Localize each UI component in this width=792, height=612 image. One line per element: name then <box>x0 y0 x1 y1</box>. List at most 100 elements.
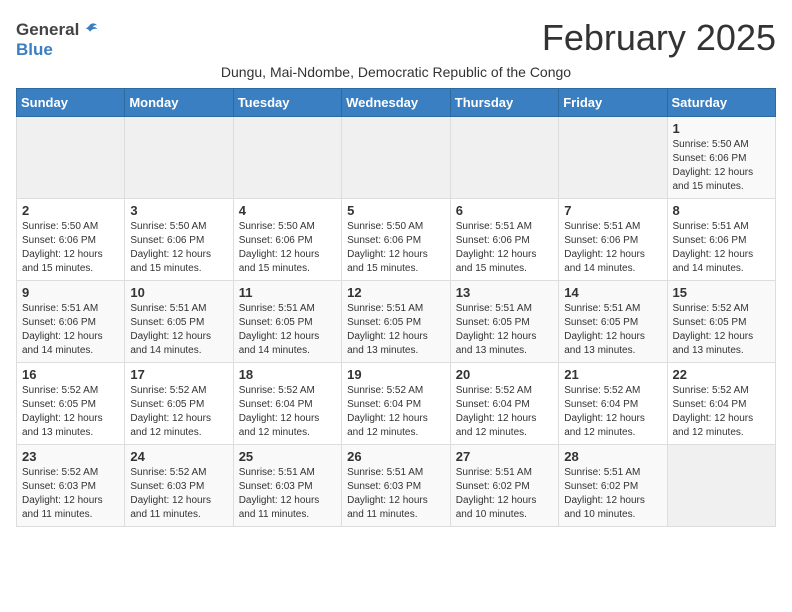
day-info: Sunrise: 5:50 AM Sunset: 6:06 PM Dayligh… <box>22 220 119 276</box>
day-number: 9 <box>22 285 119 300</box>
day-info: Sunrise: 5:51 AM Sunset: 6:05 PM Dayligh… <box>456 302 553 358</box>
day-number: 28 <box>564 449 661 464</box>
day-number: 11 <box>239 285 336 300</box>
day-info: Sunrise: 5:52 AM Sunset: 6:03 PM Dayligh… <box>22 466 119 522</box>
day-info: Sunrise: 5:52 AM Sunset: 6:04 PM Dayligh… <box>673 384 771 440</box>
logo-general: General <box>16 20 79 40</box>
calendar-cell: 4Sunrise: 5:50 AM Sunset: 6:06 PM Daylig… <box>233 199 341 281</box>
day-info: Sunrise: 5:51 AM Sunset: 6:05 PM Dayligh… <box>347 302 445 358</box>
day-number: 19 <box>347 367 445 382</box>
day-info: Sunrise: 5:51 AM Sunset: 6:05 PM Dayligh… <box>564 302 661 358</box>
calendar-cell <box>17 117 125 199</box>
day-number: 17 <box>130 367 227 382</box>
calendar-table: SundayMondayTuesdayWednesdayThursdayFrid… <box>16 88 776 527</box>
calendar-cell: 8 Sunrise: 5:51 AM Sunset: 6:06 PM Daylig… <box>667 199 776 281</box>
column-header-tuesday: Tuesday <box>233 89 341 117</box>
calendar-cell <box>450 117 558 199</box>
title-area: February 2025 <box>542 16 776 59</box>
calendar-cell: 24Sunrise: 5:52 AM Sunset: 6:03 PM Dayli… <box>125 445 233 527</box>
logo-bird-icon <box>81 21 99 39</box>
day-info: Sunrise: 5:52 AM Sunset: 6:04 PM Dayligh… <box>239 384 336 440</box>
day-info: Sunrise: 5:52 AM Sunset: 6:05 PM Dayligh… <box>130 384 227 440</box>
calendar-cell: 21 Sunrise: 5:52 AM Sunset: 6:04 PM Dayli… <box>559 363 667 445</box>
calendar-week-row: 1 Sunrise: 5:50 AM Sunset: 6:06 PM Daylig… <box>17 117 776 199</box>
column-header-friday: Friday <box>559 89 667 117</box>
day-number: 6 <box>456 203 553 218</box>
day-number: 23 <box>22 449 119 464</box>
day-number: 4 <box>239 203 336 218</box>
calendar-cell: 16 Sunrise: 5:52 AM Sunset: 6:05 PM Dayli… <box>17 363 125 445</box>
day-info: Sunrise: 5:51 AM Sunset: 6:02 PM Dayligh… <box>564 466 661 522</box>
calendar-week-row: 2 Sunrise: 5:50 AM Sunset: 6:06 PM Daylig… <box>17 199 776 281</box>
day-info: Sunrise: 5:52 AM Sunset: 6:05 PM Dayligh… <box>22 384 119 440</box>
calendar-cell: 12 Sunrise: 5:51 AM Sunset: 6:05 PM Dayli… <box>342 281 451 363</box>
calendar-cell: 11 Sunrise: 5:51 AM Sunset: 6:05 PM Dayli… <box>233 281 341 363</box>
calendar-week-row: 23 Sunrise: 5:52 AM Sunset: 6:03 PM Dayli… <box>17 445 776 527</box>
calendar-cell <box>667 445 776 527</box>
day-number: 21 <box>564 367 661 382</box>
day-info: Sunrise: 5:51 AM Sunset: 6:06 PM Dayligh… <box>673 220 771 276</box>
calendar-cell <box>125 117 233 199</box>
calendar-cell <box>559 117 667 199</box>
calendar-cell: 3 Sunrise: 5:50 AM Sunset: 6:06 PM Daylig… <box>125 199 233 281</box>
day-number: 2 <box>22 203 119 218</box>
day-info: Sunrise: 5:51 AM Sunset: 6:05 PM Dayligh… <box>130 302 227 358</box>
calendar-week-row: 16 Sunrise: 5:52 AM Sunset: 6:05 PM Dayli… <box>17 363 776 445</box>
day-info: Sunrise: 5:51 AM Sunset: 6:06 PM Dayligh… <box>456 220 553 276</box>
day-number: 7 <box>564 203 661 218</box>
day-info: Sunrise: 5:50 AM Sunset: 6:06 PM Dayligh… <box>347 220 445 276</box>
day-info: Sunrise: 5:50 AM Sunset: 6:06 PM Dayligh… <box>673 138 771 194</box>
calendar-cell: 1 Sunrise: 5:50 AM Sunset: 6:06 PM Daylig… <box>667 117 776 199</box>
month-year: February 2025 <box>542 16 776 59</box>
logo-blue: Blue <box>16 40 53 59</box>
day-number: 16 <box>22 367 119 382</box>
day-info: Sunrise: 5:50 AM Sunset: 6:06 PM Dayligh… <box>130 220 227 276</box>
calendar-cell <box>233 117 341 199</box>
day-number: 12 <box>347 285 445 300</box>
day-info: Sunrise: 5:52 AM Sunset: 6:04 PM Dayligh… <box>347 384 445 440</box>
day-number: 14 <box>564 285 661 300</box>
day-info: Sunrise: 5:52 AM Sunset: 6:05 PM Dayligh… <box>673 302 771 358</box>
day-info: Sunrise: 5:51 AM Sunset: 6:02 PM Dayligh… <box>456 466 553 522</box>
calendar-cell: 22 Sunrise: 5:52 AM Sunset: 6:04 PM Dayli… <box>667 363 776 445</box>
calendar-cell: 25 Sunrise: 5:51 AM Sunset: 6:03 PM Dayli… <box>233 445 341 527</box>
column-header-wednesday: Wednesday <box>342 89 451 117</box>
day-number: 13 <box>456 285 553 300</box>
column-header-sunday: Sunday <box>17 89 125 117</box>
day-info: Sunrise: 5:52 AM Sunset: 6:04 PM Dayligh… <box>456 384 553 440</box>
day-number: 24 <box>130 449 227 464</box>
day-number: 10 <box>130 285 227 300</box>
calendar-cell: 18 Sunrise: 5:52 AM Sunset: 6:04 PM Dayli… <box>233 363 341 445</box>
day-number: 26 <box>347 449 445 464</box>
day-info: Sunrise: 5:51 AM Sunset: 6:03 PM Dayligh… <box>347 466 445 522</box>
calendar-cell: 7 Sunrise: 5:51 AM Sunset: 6:06 PM Daylig… <box>559 199 667 281</box>
day-info: Sunrise: 5:51 AM Sunset: 6:06 PM Dayligh… <box>564 220 661 276</box>
day-number: 18 <box>239 367 336 382</box>
day-number: 15 <box>673 285 771 300</box>
day-number: 1 <box>673 121 771 136</box>
calendar-cell: 2 Sunrise: 5:50 AM Sunset: 6:06 PM Daylig… <box>17 199 125 281</box>
calendar-cell: 17 Sunrise: 5:52 AM Sunset: 6:05 PM Dayli… <box>125 363 233 445</box>
day-info: Sunrise: 5:51 AM Sunset: 6:03 PM Dayligh… <box>239 466 336 522</box>
day-number: 3 <box>130 203 227 218</box>
calendar-header-row: SundayMondayTuesdayWednesdayThursdayFrid… <box>17 89 776 117</box>
day-number: 22 <box>673 367 771 382</box>
subtitle: Dungu, Mai-Ndombe, Democratic Republic o… <box>16 64 776 80</box>
day-number: 25 <box>239 449 336 464</box>
calendar-cell: 27Sunrise: 5:51 AM Sunset: 6:02 PM Dayli… <box>450 445 558 527</box>
calendar-cell: 14 Sunrise: 5:51 AM Sunset: 6:05 PM Dayli… <box>559 281 667 363</box>
column-header-saturday: Saturday <box>667 89 776 117</box>
calendar-cell: 20Sunrise: 5:52 AM Sunset: 6:04 PM Dayli… <box>450 363 558 445</box>
calendar-cell: 6 Sunrise: 5:51 AM Sunset: 6:06 PM Daylig… <box>450 199 558 281</box>
logo: General Blue <box>16 20 99 60</box>
column-header-monday: Monday <box>125 89 233 117</box>
column-header-thursday: Thursday <box>450 89 558 117</box>
calendar-cell: 23 Sunrise: 5:52 AM Sunset: 6:03 PM Dayli… <box>17 445 125 527</box>
day-info: Sunrise: 5:51 AM Sunset: 6:06 PM Dayligh… <box>22 302 119 358</box>
day-info: Sunrise: 5:52 AM Sunset: 6:04 PM Dayligh… <box>564 384 661 440</box>
day-number: 5 <box>347 203 445 218</box>
day-number: 8 <box>673 203 771 218</box>
header: General Blue February 2025 <box>16 16 776 60</box>
calendar-cell: 15 Sunrise: 5:52 AM Sunset: 6:05 PM Dayli… <box>667 281 776 363</box>
day-info: Sunrise: 5:51 AM Sunset: 6:05 PM Dayligh… <box>239 302 336 358</box>
